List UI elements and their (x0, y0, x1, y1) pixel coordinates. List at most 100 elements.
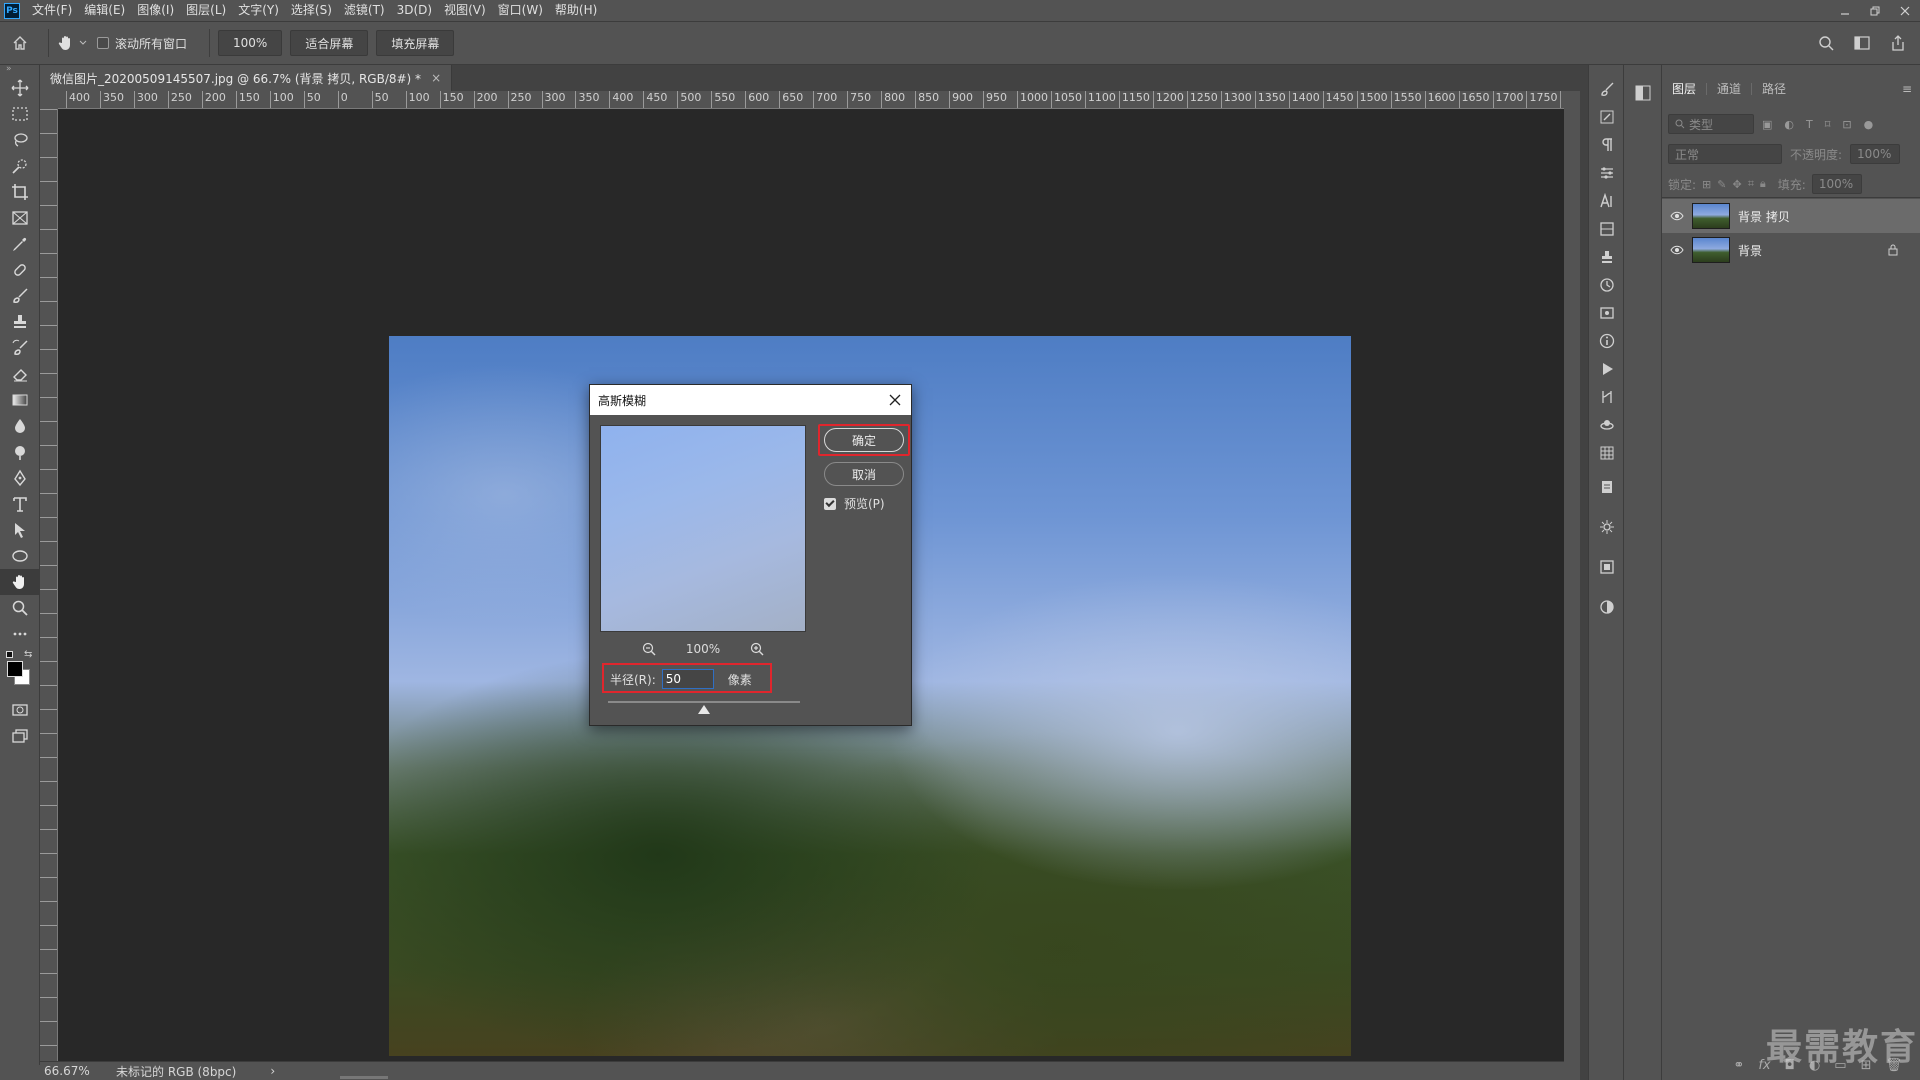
crop-tool-icon[interactable] (0, 179, 40, 205)
hand-tool-preset[interactable] (57, 34, 87, 52)
panel-collapse-icon[interactable]: » (0, 65, 39, 75)
more-tools-icon[interactable] (0, 621, 40, 647)
menu-view[interactable]: 视图(V) (438, 0, 492, 21)
timeline-icon[interactable] (1589, 439, 1625, 467)
type-tool-icon[interactable] (0, 491, 40, 517)
quick-mask-icon[interactable] (0, 697, 40, 723)
close-tab-icon[interactable]: × (431, 71, 441, 85)
menu-type[interactable]: 文字(Y) (232, 0, 285, 21)
zoom-out-icon[interactable] (642, 642, 656, 656)
opacity-field[interactable]: 100% (1850, 144, 1901, 164)
panel-collapse-strip[interactable] (1580, 65, 1588, 1080)
lock-all-icon[interactable]: 🔒︎ (1760, 177, 1766, 191)
eraser-tool-icon[interactable] (0, 361, 40, 387)
foreground-color-swatch[interactable] (7, 661, 23, 677)
color-swatches[interactable]: ⇆ (0, 647, 40, 697)
clone-stamp-tool-icon[interactable] (0, 309, 40, 335)
filter-type-icon[interactable]: T (1806, 118, 1813, 131)
share-icon[interactable] (1890, 35, 1906, 51)
filter-image-icon[interactable]: ▣ (1762, 118, 1772, 131)
info-icon[interactable] (1589, 327, 1625, 355)
cancel-button[interactable]: 取消 (824, 462, 904, 486)
close-window-icon[interactable] (1890, 0, 1920, 21)
swap-colors-icon[interactable]: ⇆ (24, 649, 32, 660)
3d-icon[interactable] (1589, 411, 1625, 439)
filter-toggle-icon[interactable]: ● (1864, 118, 1874, 131)
adjustments-sun-icon[interactable] (1589, 513, 1625, 541)
preview-option[interactable]: 预览(P) (824, 495, 885, 512)
close-icon[interactable] (887, 392, 903, 408)
quick-selection-tool-icon[interactable] (0, 153, 40, 179)
layer-row-background-copy[interactable]: 背景 拷贝 (1662, 199, 1920, 233)
menu-3d[interactable]: 3D(D) (391, 0, 438, 21)
frame-tool-icon[interactable] (0, 205, 40, 231)
tab-layers[interactable]: 图层 (1662, 77, 1706, 101)
lock-position-icon[interactable]: ✥ (1732, 178, 1741, 191)
filter-smart-object-icon[interactable]: ⊡ (1842, 118, 1851, 131)
paths-icon[interactable] (1589, 383, 1625, 411)
document-tab[interactable]: 微信图片_20200509145507.jpg @ 66.7% (背景 拷贝, … (40, 65, 453, 91)
gradient-tool-icon[interactable] (0, 387, 40, 413)
brush-settings-icon[interactable] (1589, 75, 1625, 103)
zoom-in-icon[interactable] (750, 642, 764, 656)
default-colors-icon[interactable] (6, 651, 13, 658)
menu-help[interactable]: 帮助(H) (549, 0, 603, 21)
menu-window[interactable]: 窗口(W) (492, 0, 549, 21)
tab-paths[interactable]: 路径 (1752, 77, 1796, 101)
home-icon[interactable] (0, 35, 40, 51)
status-more-arrow[interactable]: › (270, 1064, 275, 1078)
layer-name[interactable]: 背景 (1738, 242, 1762, 259)
clone-source-icon[interactable] (1589, 243, 1625, 271)
lasso-tool-icon[interactable] (0, 127, 40, 153)
ok-button[interactable]: 确定 (824, 428, 904, 452)
fill-screen-button[interactable]: 填充屏幕 (376, 30, 455, 56)
filter-adjustment-icon[interactable]: ◐ (1784, 118, 1794, 131)
preview-checkbox[interactable] (824, 497, 836, 510)
scroll-all-windows-option[interactable]: 滚动所有窗口 (97, 35, 187, 52)
layer-filter-select[interactable]: 类型 (1668, 114, 1754, 134)
properties-icon[interactable] (1589, 159, 1625, 187)
history-icon[interactable] (1589, 271, 1625, 299)
workspace-icon[interactable] (1854, 35, 1870, 51)
layer-comps-icon[interactable] (1589, 553, 1625, 581)
fill-field[interactable]: 100% (1811, 174, 1862, 194)
dialog-titlebar[interactable]: 高斯模糊 (590, 385, 911, 415)
zoom-100-button[interactable]: 100% (218, 30, 283, 56)
menu-layer[interactable]: 图层(L) (180, 0, 232, 21)
blend-mode-select[interactable]: 正常 (1668, 144, 1782, 164)
eyedropper-tool-icon[interactable] (0, 231, 40, 257)
history-brush-tool-icon[interactable] (0, 335, 40, 361)
play-icon[interactable] (1589, 355, 1625, 383)
vertical-ruler[interactable] (40, 109, 58, 1061)
menu-edit[interactable]: 编辑(E) (78, 0, 131, 21)
swatches-panel-icon[interactable] (1624, 79, 1662, 107)
screen-mode-icon[interactable] (0, 723, 40, 749)
layer-row-background[interactable]: 背景 (1662, 233, 1920, 267)
horizontal-ruler[interactable]: 400 350 300 250 200 150 100 50 0 50 100 150 200 250 30… (58, 91, 1564, 109)
radius-slider-track[interactable] (608, 701, 800, 703)
vertical-scrollbar[interactable] (1564, 109, 1580, 1061)
blur-tool-icon[interactable] (0, 413, 40, 439)
healing-brush-tool-icon[interactable] (0, 257, 40, 283)
eye-icon[interactable] (1670, 211, 1684, 221)
panel-menu-icon[interactable]: ≡ (1902, 82, 1920, 96)
search-icon[interactable] (1818, 35, 1834, 51)
lock-paint-icon[interactable]: ✎ (1717, 178, 1726, 191)
path-selection-tool-icon[interactable] (0, 517, 40, 543)
notes-icon[interactable] (1589, 473, 1625, 501)
eye-icon[interactable] (1670, 245, 1684, 255)
filter-preview[interactable] (600, 425, 806, 632)
radius-input[interactable] (661, 669, 714, 689)
ellipse-tool-icon[interactable] (0, 543, 40, 569)
brushes-icon[interactable] (1589, 103, 1625, 131)
lock-transparent-icon[interactable]: ⊞ (1702, 178, 1711, 191)
fit-screen-button[interactable]: 适合屏幕 (290, 30, 369, 56)
restore-icon[interactable] (1860, 0, 1890, 21)
brush-tool-icon[interactable] (0, 283, 40, 309)
paragraph-icon[interactable] (1589, 131, 1625, 159)
horizontal-scroll-thumb[interactable] (340, 1076, 388, 1079)
lock-artboard-icon[interactable]: ⌗ (1748, 177, 1754, 191)
menu-file[interactable]: 文件(F) (26, 0, 78, 21)
filter-shape-icon[interactable]: ⌑ (1825, 118, 1831, 131)
menu-image[interactable]: 图像(I) (131, 0, 180, 21)
